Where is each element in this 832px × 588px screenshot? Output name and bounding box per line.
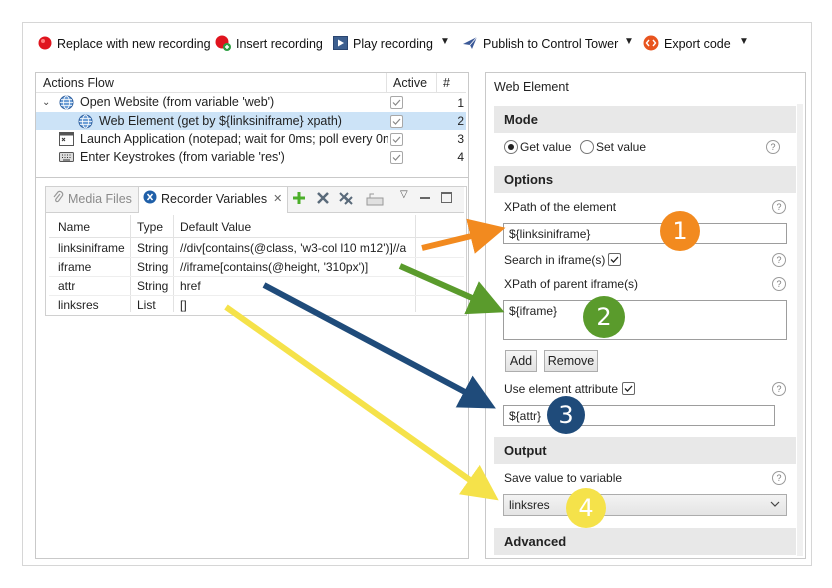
arrow-to-parent-iframe [398,263,505,315]
annotation-arrows [224,218,506,501]
arrow-to-attribute [262,282,496,409]
callout-badge: 3 [547,396,585,434]
callout-badge: 4 [566,488,606,528]
arrow-to-xpath [421,218,506,254]
callout-badge: 2 [583,296,625,338]
callout-badge: 1 [660,211,700,251]
